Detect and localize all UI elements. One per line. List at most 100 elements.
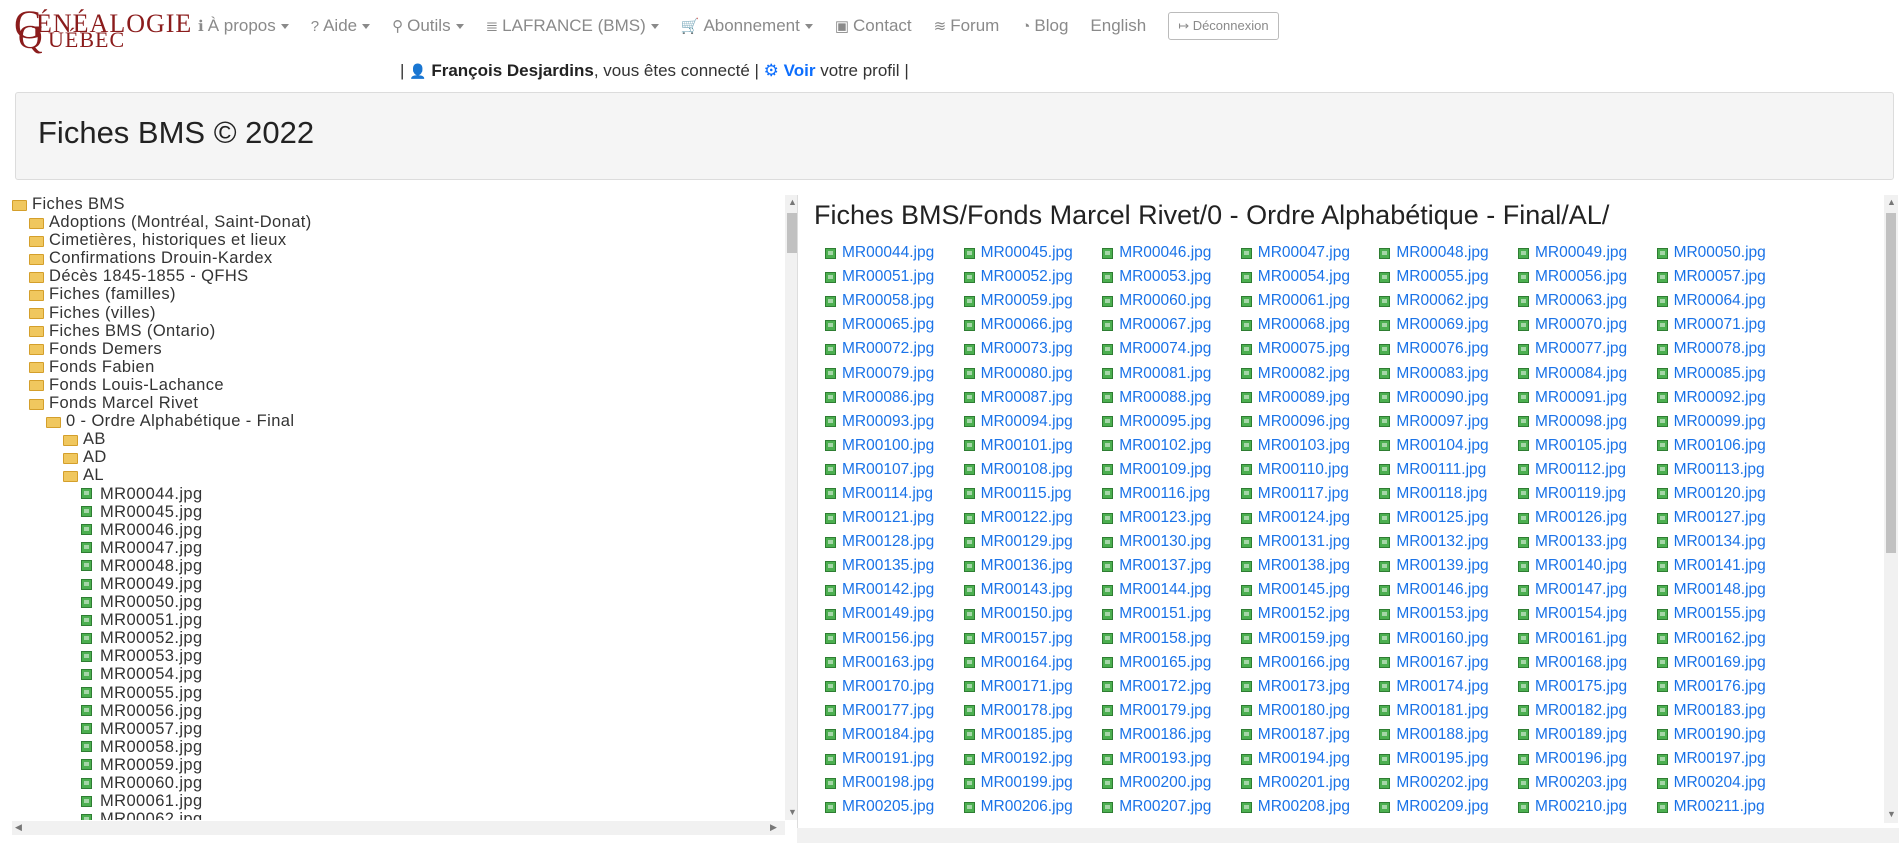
files-vertical-scrollbar[interactable]: ▲ ▼ — [1884, 195, 1898, 823]
nav-item-contact[interactable]: ▣ Contact — [835, 16, 912, 36]
file-link[interactable]: MR00090.jpg — [1379, 386, 1518, 410]
file-link[interactable]: MR00123.jpg — [1102, 506, 1241, 530]
file-link[interactable]: MR00189.jpg — [1517, 723, 1657, 747]
file-link[interactable]: MR00106.jpg — [1656, 434, 1796, 458]
file-link[interactable]: MR00053.jpg — [1102, 265, 1241, 289]
site-logo[interactable]: G ÉNÉALOGIE Q UÉBEC — [14, 3, 194, 55]
scroll-down-arrow-icon[interactable]: ▼ — [1887, 809, 1896, 819]
file-link[interactable]: MR00075.jpg — [1240, 337, 1380, 361]
file-link[interactable]: MR00144.jpg — [1102, 578, 1241, 602]
file-link[interactable]: MR00072.jpg — [825, 337, 964, 361]
tree-folder[interactable]: Fonds Marcel Rivet — [12, 394, 782, 412]
scroll-thumb[interactable] — [787, 213, 797, 253]
file-link[interactable]: MR00076.jpg — [1379, 337, 1518, 361]
file-link[interactable]: MR00188.jpg — [1379, 723, 1518, 747]
nav-item-forum[interactable]: ≋ Forum — [934, 16, 1000, 36]
logout-button[interactable]: ↦ Déconnexion — [1168, 12, 1279, 40]
file-link[interactable]: MR00087.jpg — [963, 386, 1103, 410]
file-link[interactable]: MR00056.jpg — [1517, 265, 1657, 289]
file-link[interactable]: MR00171.jpg — [963, 675, 1103, 699]
tree-vertical-scrollbar[interactable]: ▲ ▼ — [785, 195, 797, 820]
tree-horizontal-scrollbar[interactable]: ◀ ▶ — [12, 821, 785, 835]
file-link[interactable]: MR00156.jpg — [825, 627, 964, 651]
file-link[interactable]: MR00085.jpg — [1656, 361, 1796, 385]
file-link[interactable]: MR00177.jpg — [825, 699, 964, 723]
file-link[interactable]: MR00182.jpg — [1517, 699, 1657, 723]
file-link[interactable]: MR00174.jpg — [1379, 675, 1518, 699]
file-link[interactable]: MR00129.jpg — [963, 530, 1103, 554]
file-link[interactable]: MR00131.jpg — [1240, 530, 1380, 554]
file-link[interactable]: MR00152.jpg — [1240, 602, 1380, 626]
file-link[interactable]: MR00173.jpg — [1240, 675, 1380, 699]
file-link[interactable]: MR00133.jpg — [1517, 530, 1657, 554]
file-link[interactable]: MR00078.jpg — [1656, 337, 1796, 361]
view-profile-link[interactable]: Voir — [784, 61, 816, 80]
file-link[interactable]: MR00199.jpg — [963, 771, 1103, 795]
file-link[interactable]: MR00120.jpg — [1656, 482, 1796, 506]
nav-item-outils[interactable]: ⚲ Outils — [392, 16, 464, 36]
file-link[interactable]: MR00127.jpg — [1656, 506, 1796, 530]
file-link[interactable]: MR00082.jpg — [1240, 361, 1380, 385]
file-link[interactable]: MR00136.jpg — [963, 554, 1103, 578]
file-link[interactable]: MR00119.jpg — [1517, 482, 1657, 506]
file-link[interactable]: MR00175.jpg — [1517, 675, 1657, 699]
file-link[interactable]: MR00183.jpg — [1656, 699, 1796, 723]
tree-folder[interactable]: Cimetières, historiques et lieux — [12, 231, 782, 249]
tree-file[interactable]: MR00046.jpg — [12, 521, 782, 539]
tree-file[interactable]: MR00047.jpg — [12, 539, 782, 557]
file-link[interactable]: MR00073.jpg — [963, 337, 1103, 361]
file-link[interactable]: MR00124.jpg — [1240, 506, 1380, 530]
file-link[interactable]: MR00068.jpg — [1240, 313, 1380, 337]
file-link[interactable]: MR00206.jpg — [963, 795, 1103, 819]
file-link[interactable]: MR00168.jpg — [1517, 651, 1657, 675]
file-link[interactable]: MR00093.jpg — [825, 410, 964, 434]
file-link[interactable]: MR00065.jpg — [825, 313, 964, 337]
file-link[interactable]: MR00210.jpg — [1517, 795, 1657, 819]
file-link[interactable]: MR00155.jpg — [1656, 602, 1796, 626]
file-link[interactable]: MR00111.jpg — [1379, 458, 1518, 482]
file-link[interactable]: MR00126.jpg — [1517, 506, 1657, 530]
file-link[interactable]: MR00180.jpg — [1240, 699, 1380, 723]
file-link[interactable]: MR00096.jpg — [1240, 410, 1380, 434]
file-link[interactable]: MR00170.jpg — [825, 675, 964, 699]
file-link[interactable]: MR00095.jpg — [1102, 410, 1241, 434]
file-link[interactable]: MR00162.jpg — [1656, 627, 1796, 651]
file-link[interactable]: MR00163.jpg — [825, 651, 964, 675]
file-link[interactable]: MR00160.jpg — [1379, 627, 1518, 651]
tree-file[interactable]: MR00058.jpg — [12, 738, 782, 756]
file-link[interactable]: MR00140.jpg — [1517, 554, 1657, 578]
tree-folder[interactable]: Décès 1845-1855 - QFHS — [12, 267, 782, 285]
file-link[interactable]: MR00098.jpg — [1517, 410, 1657, 434]
file-link[interactable]: MR00196.jpg — [1517, 747, 1657, 771]
file-link[interactable]: MR00161.jpg — [1517, 627, 1657, 651]
scroll-thumb[interactable] — [1886, 213, 1896, 553]
file-link[interactable]: MR00060.jpg — [1102, 289, 1241, 313]
file-link[interactable]: MR00130.jpg — [1102, 530, 1241, 554]
file-link[interactable]: MR00097.jpg — [1379, 410, 1518, 434]
file-link[interactable]: MR00143.jpg — [963, 578, 1103, 602]
file-link[interactable]: MR00122.jpg — [963, 506, 1103, 530]
nav-item-propos[interactable]: ℹÀ propos — [198, 16, 289, 36]
tree-file[interactable]: MR00051.jpg — [12, 611, 782, 629]
file-link[interactable]: MR00101.jpg — [963, 434, 1103, 458]
file-link[interactable]: MR00151.jpg — [1102, 602, 1241, 626]
scroll-left-arrow-icon[interactable]: ◀ — [15, 822, 22, 833]
file-link[interactable]: MR00054.jpg — [1240, 265, 1380, 289]
file-link[interactable]: MR00137.jpg — [1102, 554, 1241, 578]
nav-item-lafrance-bms[interactable]: ≣ LAFRANCE (BMS) — [486, 16, 659, 36]
nav-item-abonnement[interactable]: 🛒 Abonnement — [681, 16, 813, 36]
file-link[interactable]: MR00084.jpg — [1517, 361, 1657, 385]
file-link[interactable]: MR00138.jpg — [1240, 554, 1380, 578]
file-link[interactable]: MR00121.jpg — [825, 506, 964, 530]
tree-folder[interactable]: AL — [12, 466, 782, 484]
file-link[interactable]: MR00211.jpg — [1656, 795, 1796, 819]
tree-file[interactable]: MR00062.jpg — [12, 810, 782, 820]
tree-folder[interactable]: Fonds Demers — [12, 340, 782, 358]
file-link[interactable]: MR00191.jpg — [825, 747, 964, 771]
file-link[interactable]: MR00186.jpg — [1102, 723, 1241, 747]
file-link[interactable]: MR00045.jpg — [963, 241, 1103, 265]
file-link[interactable]: MR00052.jpg — [963, 265, 1103, 289]
file-link[interactable]: MR00070.jpg — [1517, 313, 1657, 337]
tree-folder[interactable]: Fiches BMS — [12, 195, 782, 213]
tree-folder[interactable]: 0 - Ordre Alphabétique - Final — [12, 412, 782, 430]
